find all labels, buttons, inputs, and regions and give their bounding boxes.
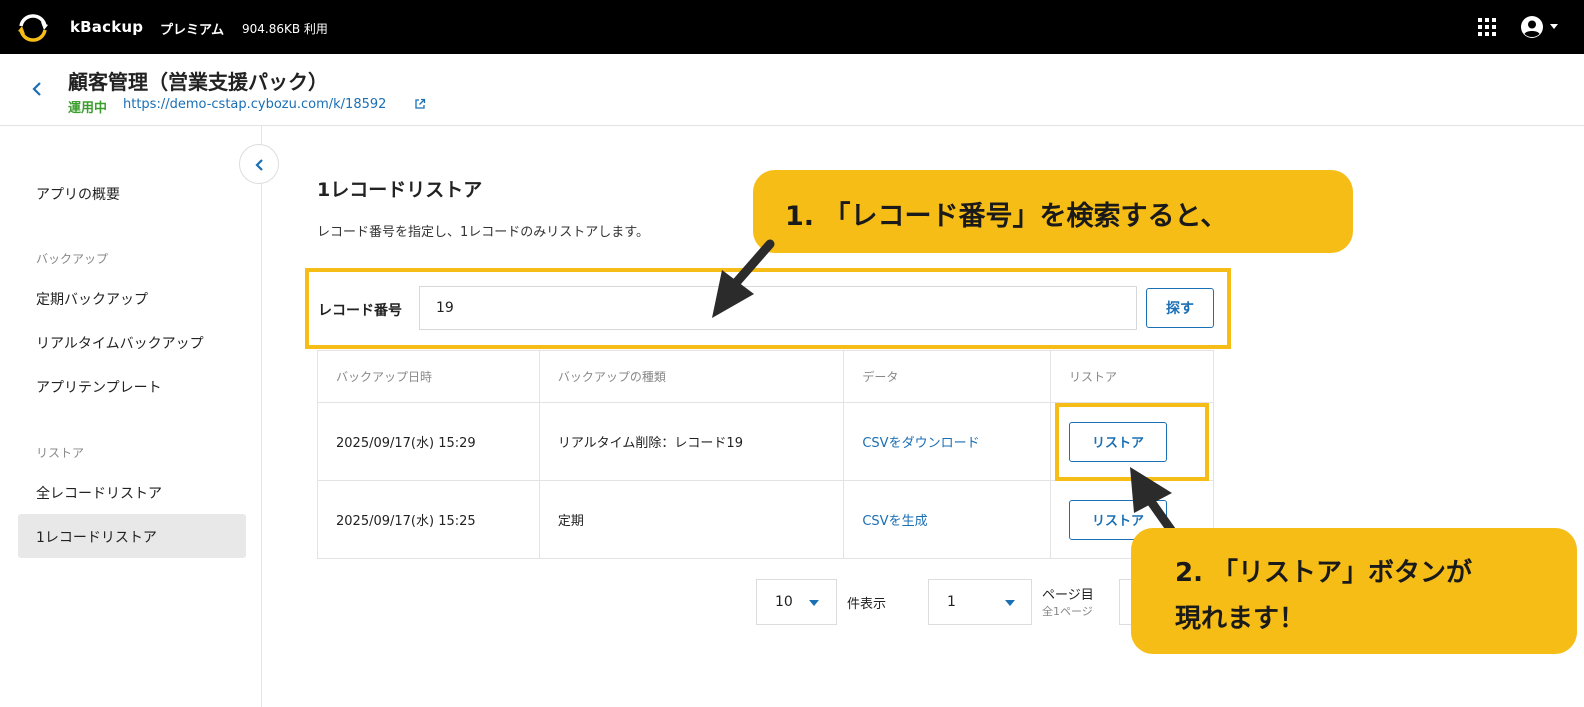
sidebar bbox=[0, 126, 262, 707]
sidebar-item-scheduled-backup[interactable]: 定期バックアップ bbox=[36, 289, 148, 309]
top-bar: kBackup プレミアム 904.86KB 利用 bbox=[0, 0, 1584, 54]
table-row: 2025/09/17(水) 15:25 定期 CSVを生成 リストア bbox=[317, 480, 1214, 559]
cell-type: 定期 bbox=[538, 480, 845, 559]
callout-step-2-line2: 現れます！ bbox=[1175, 604, 1306, 634]
column-header-type: バックアップの種類 bbox=[538, 350, 845, 403]
back-chevron-icon[interactable] bbox=[28, 80, 46, 98]
cell-data: CSVを生成 bbox=[843, 480, 1052, 559]
sidebar-item-single-record-restore[interactable]: 1レコードリストア bbox=[36, 527, 157, 547]
per-page-label: 件表示 bbox=[847, 597, 887, 612]
page-title: 1レコードリストア bbox=[317, 179, 483, 201]
sidebar-item-app-template[interactable]: アプリテンプレート bbox=[36, 377, 162, 397]
page-value: 1 bbox=[947, 594, 956, 610]
storage-usage: 904.86KB 利用 bbox=[242, 22, 328, 36]
page-label: ページ目 bbox=[1042, 588, 1094, 603]
sidebar-item-all-records-restore[interactable]: 全レコードリストア bbox=[36, 483, 162, 503]
sidebar-item-overview[interactable]: アプリの概要 bbox=[36, 184, 120, 204]
total-pages-label: 全1ページ bbox=[1042, 605, 1093, 618]
callout-step-1: 1. 「レコード番号」を検索すると、 bbox=[753, 170, 1353, 253]
sidebar-item-realtime-backup[interactable]: リアルタイムバックアップ bbox=[36, 333, 204, 353]
csv-generate-link[interactable]: CSVを生成 bbox=[862, 514, 927, 529]
column-header-datetime: バックアップ日時 bbox=[317, 350, 540, 403]
column-header-restore: リストア bbox=[1050, 350, 1214, 403]
callout-step-2-line1: 2. 「リストア」ボタンが bbox=[1175, 558, 1473, 588]
app-status-badge: 運用中 bbox=[68, 101, 108, 116]
cell-data: CSVをダウンロード bbox=[843, 402, 1052, 481]
arrow-to-search-icon bbox=[712, 239, 775, 318]
per-page-value: 10 bbox=[775, 594, 793, 610]
brand-name: kBackup bbox=[70, 18, 144, 36]
plan-badge: プレミアム bbox=[160, 23, 225, 38]
external-link-icon[interactable] bbox=[414, 98, 426, 110]
csv-download-link[interactable]: CSVをダウンロード bbox=[862, 436, 979, 451]
apps-grid-icon[interactable] bbox=[1478, 18, 1496, 36]
chevron-left-icon bbox=[255, 159, 263, 171]
table-header-row: バックアップ日時 バックアップの種類 データ リストア bbox=[317, 350, 1214, 403]
cell-type: リアルタイム削除：レコード19 bbox=[538, 402, 845, 481]
app-url-link[interactable]: https://demo-cstap.cybozu.com/k/18592 bbox=[123, 97, 386, 112]
cell-datetime: 2025/09/17(水) 15:29 bbox=[317, 402, 540, 481]
per-page-select[interactable]: 10 bbox=[756, 579, 837, 625]
app-header: 顧客管理（営業支援パック） 運用中 https://demo-cstap.cyb… bbox=[0, 54, 1584, 126]
caret-down-icon[interactable] bbox=[1550, 24, 1558, 29]
dropdown-caret-icon bbox=[809, 600, 819, 606]
callout-step-2: 2. 「リストア」ボタンが 現れます！ bbox=[1131, 528, 1577, 654]
page-description: レコード番号を指定し、1レコードのみリストアします。 bbox=[317, 225, 649, 240]
sidebar-section-restore: リストア bbox=[36, 446, 85, 460]
cell-datetime: 2025/09/17(水) 15:25 bbox=[317, 480, 540, 559]
page-select[interactable]: 1 bbox=[928, 579, 1032, 625]
sidebar-collapse-button[interactable] bbox=[239, 144, 279, 184]
column-header-data: データ bbox=[843, 350, 1052, 403]
kbackup-logo-icon[interactable] bbox=[16, 11, 50, 45]
callout-step-1-text: 1. 「レコード番号」を検索すると、 bbox=[785, 201, 1228, 232]
sidebar-section-backup: バックアップ bbox=[36, 252, 109, 266]
dropdown-caret-icon bbox=[1005, 600, 1015, 606]
app-title: 顧客管理（営業支援パック） bbox=[68, 70, 328, 94]
user-account-icon[interactable] bbox=[1520, 15, 1544, 39]
